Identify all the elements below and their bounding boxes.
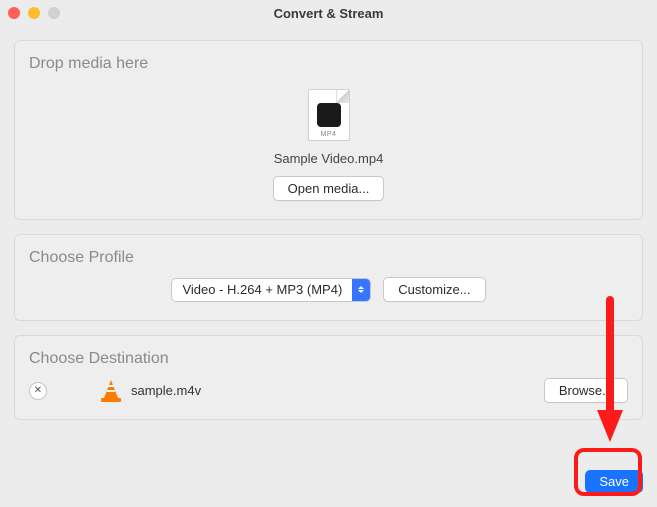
browse-button[interactable]: Browse...	[544, 378, 628, 403]
drop-panel-title: Drop media here	[29, 55, 628, 73]
drop-area[interactable]: MP4 Sample Video.mp4 Open media...	[29, 83, 628, 201]
minimize-window-icon[interactable]	[28, 7, 40, 19]
select-stepper-icon	[352, 279, 370, 301]
profile-panel: Choose Profile Video - H.264 + MP3 (MP4)…	[14, 234, 643, 321]
zoom-window-icon	[48, 7, 60, 19]
destination-file-name: sample.m4v	[131, 383, 201, 398]
profile-panel-title: Choose Profile	[29, 249, 628, 267]
drop-panel: Drop media here MP4 Sample Video.mp4 Ope…	[14, 40, 643, 220]
file-ext-label: MP4	[321, 131, 337, 138]
customize-button[interactable]: Customize...	[383, 277, 485, 302]
destination-row: ✕ sample.m4v Browse...	[29, 378, 628, 403]
open-media-button[interactable]: Open media...	[273, 176, 385, 201]
quicktime-icon	[317, 103, 341, 127]
footer: Save	[585, 470, 643, 493]
close-window-icon[interactable]	[8, 7, 20, 19]
profile-select[interactable]: Video - H.264 + MP3 (MP4)	[171, 278, 371, 302]
vlc-cone-icon	[101, 380, 121, 402]
dropped-file-name: Sample Video.mp4	[274, 151, 384, 166]
clear-destination-button[interactable]: ✕	[29, 382, 47, 400]
destination-panel-title: Choose Destination	[29, 350, 628, 368]
save-button[interactable]: Save	[585, 470, 643, 493]
traffic-lights	[8, 7, 60, 19]
profile-row: Video - H.264 + MP3 (MP4) Customize...	[29, 277, 628, 302]
window-content: Drop media here MP4 Sample Video.mp4 Ope…	[0, 26, 657, 430]
media-file-icon: MP4	[308, 89, 350, 141]
window-title: Convert & Stream	[0, 6, 657, 21]
destination-panel: Choose Destination ✕ sample.m4v Browse..…	[14, 335, 643, 420]
profile-select-label: Video - H.264 + MP3 (MP4)	[172, 282, 352, 297]
titlebar: Convert & Stream	[0, 0, 657, 26]
